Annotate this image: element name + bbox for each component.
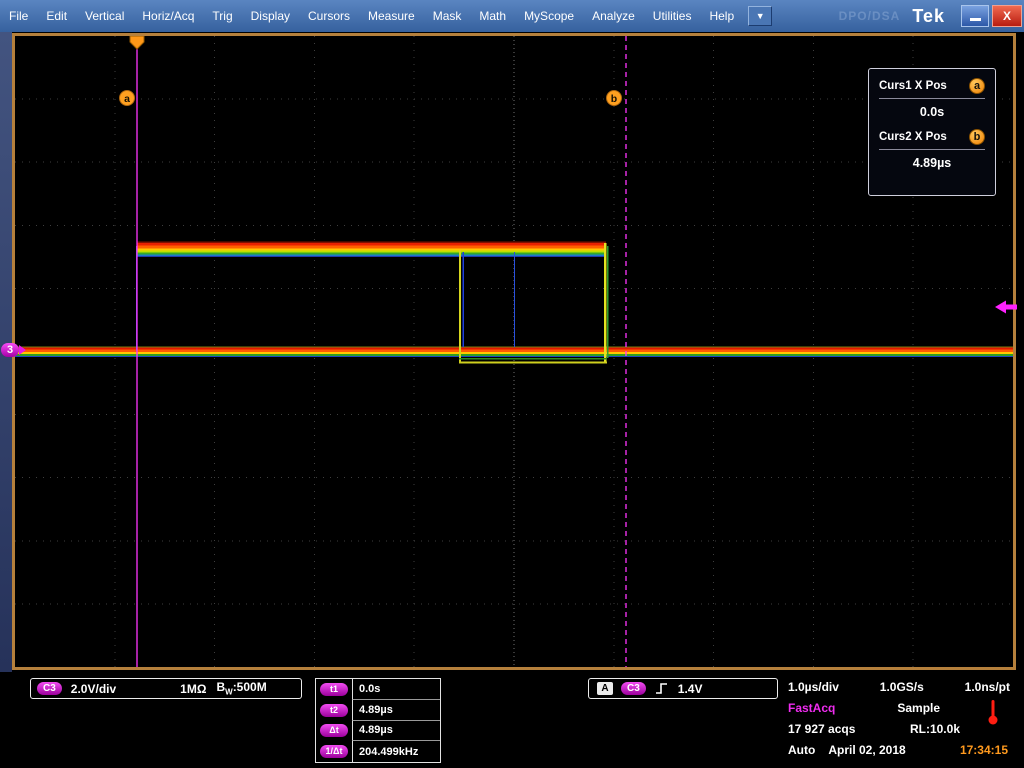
menu-utilities[interactable]: Utilities: [644, 0, 701, 32]
delta-t-value: 4.89µs: [352, 720, 440, 742]
menu-myscope[interactable]: MyScope: [515, 0, 583, 32]
acq-mode: Sample: [897, 700, 941, 715]
inv-delta-t-value: 204.499kHz: [352, 741, 440, 762]
curs1-value: 0.0s: [919, 105, 945, 119]
sample-rate: 1.0GS/s: [879, 679, 924, 694]
channel-badge: C3: [37, 682, 62, 695]
menu-vertical[interactable]: Vertical: [76, 0, 133, 32]
menu-mask[interactable]: Mask: [424, 0, 471, 32]
delta-t-badge: Δt: [320, 724, 348, 738]
menu-edit[interactable]: Edit: [37, 0, 76, 32]
menu-measure[interactable]: Measure: [359, 0, 424, 32]
minimize-icon: [969, 18, 981, 21]
t2-badge-cell: t2: [316, 700, 352, 721]
menu-analyze[interactable]: Analyze: [583, 0, 644, 32]
t1-value: 0.0s: [352, 679, 440, 700]
channel-readout-box[interactable]: C3 2.0V/div 1MΩ BW:500M: [30, 678, 302, 699]
trigger-level-marker[interactable]: [995, 300, 1017, 314]
trigger-level: 1.4V: [677, 681, 703, 696]
divider: [879, 98, 985, 99]
t1-badge: t1: [320, 682, 348, 696]
t1-badge-cell: t1: [316, 679, 352, 700]
cursor-readout-panel: Curs1 X Pos a 0.0s Curs2 X Pos b 4.89µs: [868, 68, 996, 196]
menu-display[interactable]: Display: [242, 0, 299, 32]
t2-value: 4.89µs: [352, 699, 440, 721]
cursor-b-label: b: [611, 93, 617, 105]
trace-edges: [136, 243, 609, 364]
time-display: 17:34:15: [959, 742, 1008, 757]
fastacq-label: FastAcq: [788, 700, 836, 715]
cursor-a-label: a: [124, 93, 130, 105]
record-length: RL:10.0k: [909, 721, 960, 736]
waveform-display: a b: [15, 36, 1013, 667]
trigger-readout-box[interactable]: A C3 1.4V: [588, 678, 778, 699]
cursor-b-marker[interactable]: b: [606, 90, 622, 106]
graticule-frame: a b: [12, 33, 1016, 670]
channel-3-marker[interactable]: 3: [1, 343, 19, 357]
rising-edge-icon: [655, 683, 667, 694]
trace-baseline: [15, 346, 1013, 357]
acquisition-count: 17 927 acqs: [788, 721, 856, 736]
date-display: April 02, 2018: [828, 742, 906, 757]
bandwidth-limit: BW:500M: [216, 680, 267, 697]
scope-screen: File Edit Vertical Horiz/Acq Trig Displa…: [0, 0, 1024, 768]
tek-logo: Tek: [912, 5, 945, 26]
trigger-source-badge: C3: [621, 682, 646, 695]
inv-delta-t-badge-cell: 1/Δt: [316, 741, 352, 762]
minimize-button[interactable]: [961, 5, 989, 27]
menu-math[interactable]: Math: [470, 0, 515, 32]
cursor-delta-readout-box: t1 0.0s t2 4.89µs Δt 4.89µs 1/Δt 204.499…: [315, 678, 441, 763]
inv-delta-t-badge: 1/Δt: [320, 745, 348, 759]
trace-pulse-high: [137, 241, 606, 257]
menu-horiz-acq[interactable]: Horiz/Acq: [133, 0, 203, 32]
cursor-a-marker[interactable]: a: [119, 90, 135, 106]
curs2-label: Curs2 X Pos: [879, 131, 947, 143]
input-impedance: 1MΩ: [180, 681, 207, 696]
t2-badge: t2: [320, 703, 348, 717]
channel-3-marker-arrow: [19, 345, 26, 355]
menu-dropdown-button[interactable]: ▼: [748, 6, 773, 26]
thermometer-icon: [988, 700, 998, 725]
curs1-a-badge-icon: a: [969, 78, 985, 94]
menu-cursors[interactable]: Cursors: [299, 0, 359, 32]
curs2-value: 4.89µs: [912, 156, 952, 170]
menu-help[interactable]: Help: [700, 0, 743, 32]
timebase: 1.0µs/div: [788, 679, 839, 694]
acquisition-readout-box: 1.0µs/div 1.0GS/s 1.0ns/pt FastAcq Sampl…: [785, 676, 1013, 766]
menu-file[interactable]: File: [0, 0, 37, 32]
menubar-right: DPO/DSA Tek X: [839, 0, 1024, 32]
menu-trig[interactable]: Trig: [203, 0, 241, 32]
delta-t-badge-cell: Δt: [316, 721, 352, 742]
close-icon: X: [1002, 9, 1011, 23]
divider: [879, 149, 985, 150]
trigger-mode: Auto: [788, 742, 816, 757]
trigger-position-marker[interactable]: [129, 36, 145, 50]
curs2-b-badge-icon: b: [969, 129, 985, 145]
menubar: File Edit Vertical Horiz/Acq Trig Displa…: [0, 0, 1024, 32]
sample-resolution: 1.0ns/pt: [964, 679, 1010, 694]
curs1-label: Curs1 X Pos: [879, 80, 947, 92]
trigger-a-badge: A: [597, 682, 613, 695]
chevron-down-icon: ▼: [755, 11, 765, 21]
model-watermark: DPO/DSA: [838, 9, 901, 23]
vertical-scale: 2.0V/div: [70, 681, 117, 696]
close-button[interactable]: X: [992, 5, 1022, 27]
